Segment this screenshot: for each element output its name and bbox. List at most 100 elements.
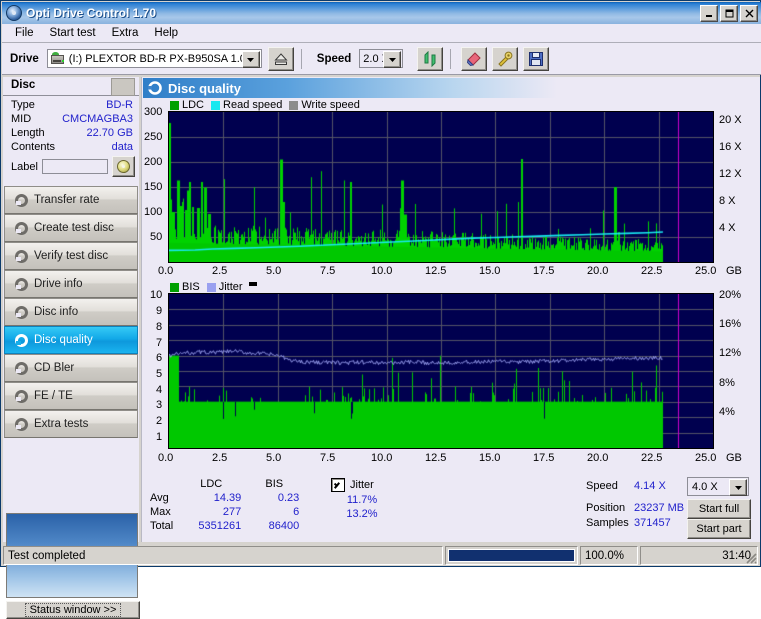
sidebar-item-label: Verify test disc: [34, 250, 109, 262]
chevron-down-icon[interactable]: [383, 51, 402, 68]
bis-xtick-1: 2.5: [212, 452, 228, 464]
drive-select[interactable]: (I:) PLEXTOR BD-R PX-B950SA 1.04: [46, 49, 262, 68]
drive-select-value: (I:) PLEXTOR BD-R PX-B950SA 1.04: [68, 52, 252, 65]
minimize-button[interactable]: [700, 5, 718, 22]
sidebar-item-label: FE / TE: [34, 390, 73, 402]
sidebar-item-label: Create test disc: [34, 222, 114, 234]
chevron-down-icon[interactable]: [241, 51, 260, 68]
ldc-ytick-right-8x: 8 X: [719, 195, 736, 207]
bis-ytick-2: 2: [156, 415, 163, 427]
sidebar-item-cd-bler[interactable]: CD Bler: [4, 354, 138, 382]
ldc-xtick-3: 7.5: [320, 265, 336, 277]
sidebar-item-verify-test-disc[interactable]: Verify test disc: [4, 242, 138, 270]
disc-label-input[interactable]: [41, 159, 108, 174]
position-stat-key: Position: [586, 501, 626, 514]
disc-ring-icon: [11, 389, 31, 403]
resize-grip-icon[interactable]: [743, 550, 757, 564]
disc-mid-value: CMCMAGBA3: [62, 113, 133, 125]
ldc-ytick-right-20x: 20 X: [719, 114, 742, 126]
ldc-ytick-right-16x: 16 X: [719, 141, 742, 153]
right-stats-row-position: Position 23237 MB: [586, 500, 684, 515]
maximize-button[interactable]: [720, 5, 738, 22]
legend-label-read-speed: Read speed: [223, 99, 283, 111]
save-button[interactable]: [523, 46, 550, 71]
jitter-values: 11.7% 13.2%: [331, 493, 393, 521]
ldc-xtick-7: 17.5: [533, 265, 555, 277]
bis-xtick-6: 15.0: [479, 452, 501, 464]
refresh-icon: [424, 50, 436, 67]
bis-xtick-8: 20.0: [587, 452, 609, 464]
menu-item-file[interactable]: File: [7, 25, 42, 41]
ldc-xaxis-unit: GB: [726, 265, 742, 277]
start-part-button[interactable]: Start part: [687, 519, 751, 539]
close-button[interactable]: [740, 5, 758, 22]
disc-info-row-length: Length 22.70 GB: [3, 126, 139, 140]
menu-bar: File Start test Extra Help: [2, 24, 761, 43]
menu-item-help[interactable]: Help: [146, 25, 186, 41]
disc-length-value: 22.70 GB: [86, 127, 133, 139]
bis-xtick-10: 25.0: [695, 452, 717, 464]
chevron-down-icon[interactable]: [729, 479, 747, 496]
bis-xtick-7: 17.5: [533, 452, 555, 464]
menu-item-extra[interactable]: Extra: [104, 25, 147, 41]
bis-xtick-4: 10.0: [371, 452, 393, 464]
disc-ring-icon: [11, 221, 31, 235]
sidebar-item-fe-te[interactable]: FE / TE: [4, 382, 138, 410]
ldc-ytick-150: 150: [144, 181, 163, 193]
position-stat-value: 23237 MB: [634, 501, 685, 514]
samples-stat-key: Samples: [586, 516, 629, 529]
status-window-button[interactable]: Status window >>: [6, 601, 140, 619]
stats-row-label-max: Max: [150, 506, 171, 518]
refresh-button[interactable]: [417, 46, 444, 71]
left-panel: Disc Type BD-R MID CMCMAGBA3 Length 22.7…: [3, 77, 140, 619]
disc-icon: [6, 5, 22, 21]
disc-label-row: Label: [3, 154, 139, 179]
speed-stat-key: Speed: [586, 479, 618, 492]
stats-col-ldc: LDC: [200, 478, 223, 490]
bis-chart[interactable]: [168, 293, 714, 449]
disc-info-row-type: Type BD-R: [3, 98, 139, 112]
ldc-chart[interactable]: [168, 111, 714, 263]
test-speed-select[interactable]: 4.0 X: [687, 477, 749, 496]
bis-ytick-right-12: 12%: [719, 347, 742, 359]
speed-stat-value: 4.14 X: [634, 479, 666, 492]
disc-contents-key: Contents: [11, 141, 56, 153]
sidebar-item-create-test-disc[interactable]: Create test disc: [4, 214, 138, 242]
start-full-button[interactable]: Start full: [687, 499, 751, 519]
sidebar-item-transfer-rate[interactable]: Transfer rate: [4, 186, 138, 214]
app-window: Opti Drive Control 1.70 File Start test …: [0, 0, 761, 619]
erase-button[interactable]: [461, 46, 488, 71]
stats-row-label-avg: Avg: [150, 492, 169, 504]
table-row: Max 277 6: [146, 505, 303, 519]
save-icon: [529, 51, 544, 66]
bis-ytick-5: 5: [156, 368, 163, 380]
sidebar-item-drive-info[interactable]: Drive info: [4, 270, 138, 298]
eject-button[interactable]: [267, 46, 294, 71]
jitter-checkbox-row[interactable]: Jitter: [331, 478, 374, 492]
jitter-max-value: 13.2%: [346, 508, 378, 520]
sidebar-item-extra-tests[interactable]: Extra tests: [4, 410, 138, 438]
disc-ring-icon: [11, 361, 31, 375]
tools-button[interactable]: [492, 46, 519, 71]
sidebar-item-label: Extra tests: [34, 418, 89, 430]
menu-item-start-test[interactable]: Start test: [42, 25, 104, 41]
disc-ring-icon: [11, 417, 31, 431]
sidebar-item-label: Drive info: [34, 278, 83, 290]
disc-refresh-button[interactable]: [112, 156, 135, 177]
disc-length-key: Length: [11, 127, 45, 139]
elapsed-time-cell: 31:40: [640, 546, 758, 565]
bis-ytick-1: 1: [156, 431, 163, 443]
stats-max-bis: 6: [293, 506, 300, 518]
sidebar-item-disc-quality[interactable]: Disc quality: [4, 326, 138, 354]
speed-select[interactable]: 2.0 X: [359, 49, 404, 68]
sidebar-item-disc-info[interactable]: Disc info: [4, 298, 138, 326]
disc-info-row-contents: Contents data: [3, 140, 139, 154]
disc-info-list: Type BD-R MID CMCMAGBA3 Length 22.70 GB …: [3, 98, 139, 179]
ldc-ytick-250: 250: [144, 131, 163, 143]
status-message-cell: Test completed: [3, 546, 443, 565]
right-stats-row-samples: Samples 371457: [586, 515, 684, 530]
jitter-checkbox[interactable]: [331, 478, 345, 492]
nav-list: Transfer rate Create test disc Verify te…: [4, 186, 138, 438]
ldc-xtick-1: 2.5: [212, 265, 228, 277]
disc-panel-box: [111, 78, 135, 96]
